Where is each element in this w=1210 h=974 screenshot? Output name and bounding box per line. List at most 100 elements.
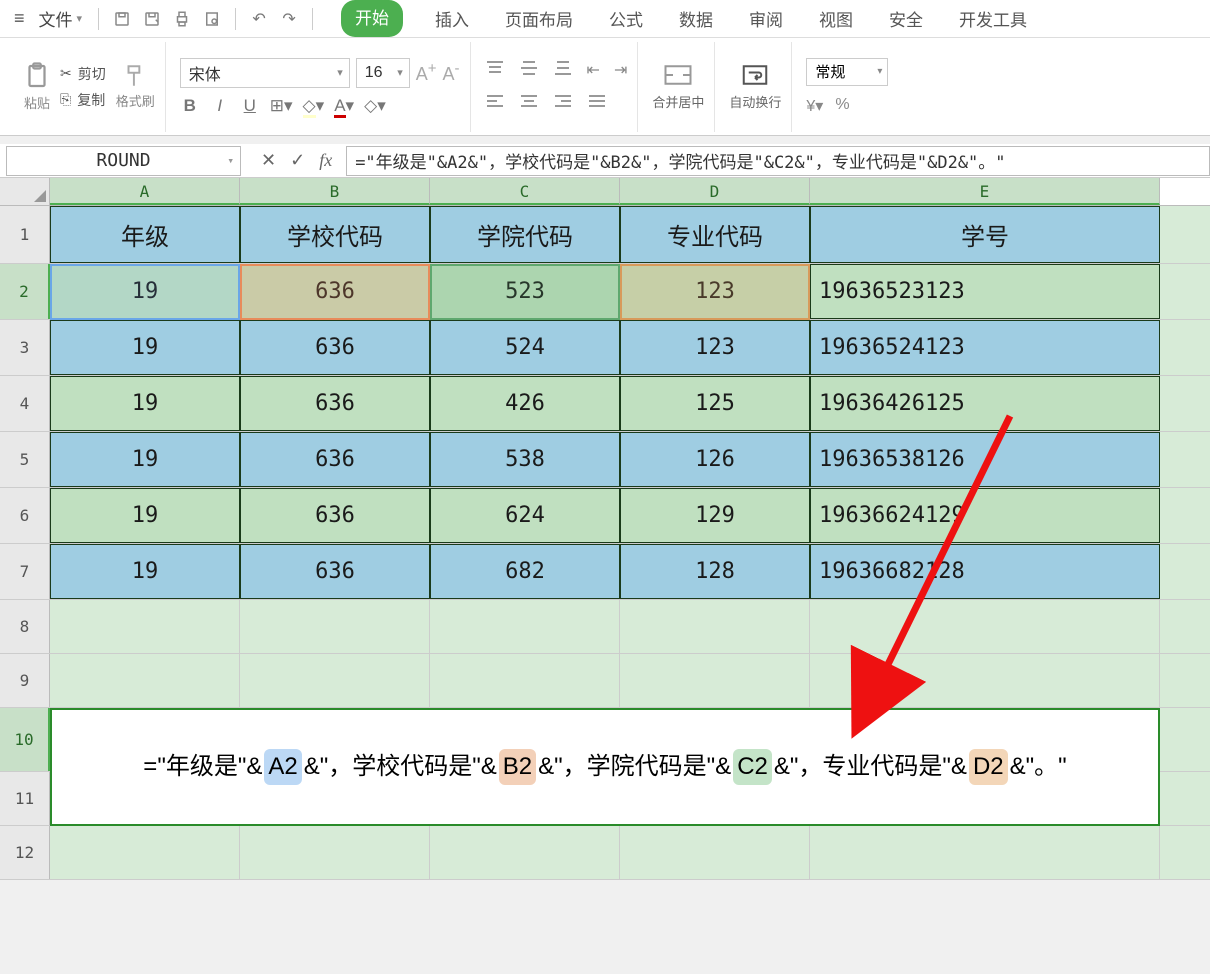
align-center-icon[interactable] bbox=[519, 93, 539, 114]
font-color-button[interactable]: A▾ bbox=[334, 96, 354, 116]
cell[interactable]: 19 bbox=[50, 264, 240, 319]
cell[interactable] bbox=[620, 826, 810, 879]
col-header-C[interactable]: C bbox=[430, 178, 620, 205]
fx-icon[interactable]: fx bbox=[319, 150, 332, 171]
select-all-corner[interactable] bbox=[0, 178, 50, 205]
cell[interactable] bbox=[240, 826, 430, 879]
row-header[interactable]: 4 bbox=[0, 376, 50, 431]
cell[interactable]: 126 bbox=[620, 432, 810, 487]
cell[interactable]: 123 bbox=[620, 320, 810, 375]
cell[interactable] bbox=[810, 600, 1160, 653]
underline-button[interactable]: U bbox=[240, 96, 260, 116]
row-header[interactable]: 10 bbox=[0, 708, 50, 771]
number-format-select[interactable]: 常规 bbox=[806, 58, 888, 86]
cell[interactable]: 636 bbox=[240, 376, 430, 431]
cell[interactable]: 123 bbox=[620, 264, 810, 319]
cell[interactable]: 426 bbox=[430, 376, 620, 431]
fill-color-button[interactable]: ◇▾ bbox=[303, 96, 325, 116]
merge-center-button[interactable]: 合并居中 bbox=[652, 62, 704, 111]
cell[interactable]: 年级 bbox=[50, 206, 240, 263]
cell[interactable]: 636 bbox=[240, 320, 430, 375]
cell[interactable] bbox=[240, 600, 430, 653]
cell[interactable] bbox=[810, 826, 1160, 879]
row-header[interactable]: 1 bbox=[0, 206, 50, 263]
file-menu[interactable]: 文件 ▾ bbox=[31, 2, 91, 35]
cell[interactable]: 636 bbox=[240, 488, 430, 543]
align-bottom-icon[interactable] bbox=[553, 60, 573, 81]
print-icon[interactable] bbox=[170, 7, 194, 31]
cell[interactable]: 636 bbox=[240, 264, 430, 319]
tab-developer[interactable]: 开发工具 bbox=[955, 0, 1031, 37]
font-size-select[interactable]: 16 bbox=[356, 58, 410, 88]
percent-icon[interactable]: % bbox=[835, 96, 849, 116]
justify-icon[interactable] bbox=[587, 93, 607, 114]
align-middle-icon[interactable] bbox=[519, 60, 539, 81]
cell[interactable]: 19636523123 bbox=[810, 264, 1160, 319]
row-header[interactable]: 2 bbox=[0, 264, 50, 319]
undo-icon[interactable]: ↶ bbox=[247, 7, 271, 31]
cell[interactable]: 636 bbox=[240, 432, 430, 487]
border-button[interactable]: ⊞▾ bbox=[270, 96, 293, 116]
tab-formula[interactable]: 公式 bbox=[605, 0, 647, 37]
print-preview-icon[interactable] bbox=[200, 7, 224, 31]
name-box[interactable]: ROUND bbox=[6, 146, 241, 176]
col-header-A[interactable]: A bbox=[50, 178, 240, 205]
tab-data[interactable]: 数据 bbox=[675, 0, 717, 37]
tab-insert[interactable]: 插入 bbox=[431, 0, 473, 37]
cell[interactable]: 19 bbox=[50, 488, 240, 543]
cell[interactable]: 128 bbox=[620, 544, 810, 599]
cell[interactable]: 学院代码 bbox=[430, 206, 620, 263]
row-header[interactable]: 11 bbox=[0, 772, 50, 825]
editing-cell[interactable]: ="年级是"&A2&"，学校代码是"&B2&"，学院代码是"&C2&"，专业代码… bbox=[50, 708, 1160, 826]
cell[interactable] bbox=[620, 600, 810, 653]
cancel-formula-icon[interactable]: ✕ bbox=[261, 150, 276, 171]
cell[interactable]: 125 bbox=[620, 376, 810, 431]
cell[interactable]: 523 bbox=[430, 264, 620, 319]
row-header[interactable]: 9 bbox=[0, 654, 50, 707]
cell[interactable] bbox=[810, 654, 1160, 707]
decrease-font-icon[interactable]: A- bbox=[443, 60, 460, 85]
currency-icon[interactable]: ¥▾ bbox=[806, 96, 823, 116]
increase-font-icon[interactable]: A+ bbox=[416, 60, 437, 85]
cell[interactable]: 636 bbox=[240, 544, 430, 599]
cell[interactable]: 19 bbox=[50, 320, 240, 375]
cell[interactable] bbox=[50, 826, 240, 879]
align-right-icon[interactable] bbox=[553, 93, 573, 114]
row-header[interactable]: 6 bbox=[0, 488, 50, 543]
row-header[interactable]: 8 bbox=[0, 600, 50, 653]
col-header-E[interactable]: E bbox=[810, 178, 1160, 205]
col-header-B[interactable]: B bbox=[240, 178, 430, 205]
save-icon[interactable] bbox=[110, 7, 134, 31]
align-top-icon[interactable] bbox=[485, 60, 505, 81]
clear-format-button[interactable]: ◇▾ bbox=[364, 96, 386, 116]
cell[interactable]: 19636624129 bbox=[810, 488, 1160, 543]
cell[interactable]: 129 bbox=[620, 488, 810, 543]
indent-increase-icon[interactable]: ⇥ bbox=[614, 60, 627, 81]
copy-button[interactable]: ⎘复制 bbox=[60, 90, 106, 110]
cell[interactable] bbox=[50, 654, 240, 707]
tab-start[interactable]: 开始 bbox=[341, 0, 403, 37]
row-header[interactable]: 7 bbox=[0, 544, 50, 599]
tab-layout[interactable]: 页面布局 bbox=[501, 0, 577, 37]
wrap-text-button[interactable]: 自动换行 bbox=[729, 62, 781, 111]
cell[interactable] bbox=[430, 600, 620, 653]
menu-icon[interactable]: ≡ bbox=[8, 4, 31, 33]
cell[interactable]: 19636524123 bbox=[810, 320, 1160, 375]
font-name-select[interactable]: 宋体 bbox=[180, 58, 350, 88]
accept-formula-icon[interactable]: ✓ bbox=[290, 150, 305, 171]
row-header[interactable]: 12 bbox=[0, 826, 50, 879]
cell[interactable]: 专业代码 bbox=[620, 206, 810, 263]
redo-icon[interactable]: ↷ bbox=[277, 7, 301, 31]
cell[interactable]: 624 bbox=[430, 488, 620, 543]
align-left-icon[interactable] bbox=[485, 93, 505, 114]
tab-security[interactable]: 安全 bbox=[885, 0, 927, 37]
row-header[interactable]: 5 bbox=[0, 432, 50, 487]
saveas-icon[interactable] bbox=[140, 7, 164, 31]
cut-button[interactable]: ✂剪切 bbox=[60, 64, 106, 84]
cell[interactable]: 19 bbox=[50, 432, 240, 487]
bold-button[interactable]: B bbox=[180, 96, 200, 116]
cell[interactable]: 682 bbox=[430, 544, 620, 599]
paste-button[interactable]: 粘贴 bbox=[22, 61, 52, 112]
col-header-D[interactable]: D bbox=[620, 178, 810, 205]
cell[interactable]: 19636682128 bbox=[810, 544, 1160, 599]
